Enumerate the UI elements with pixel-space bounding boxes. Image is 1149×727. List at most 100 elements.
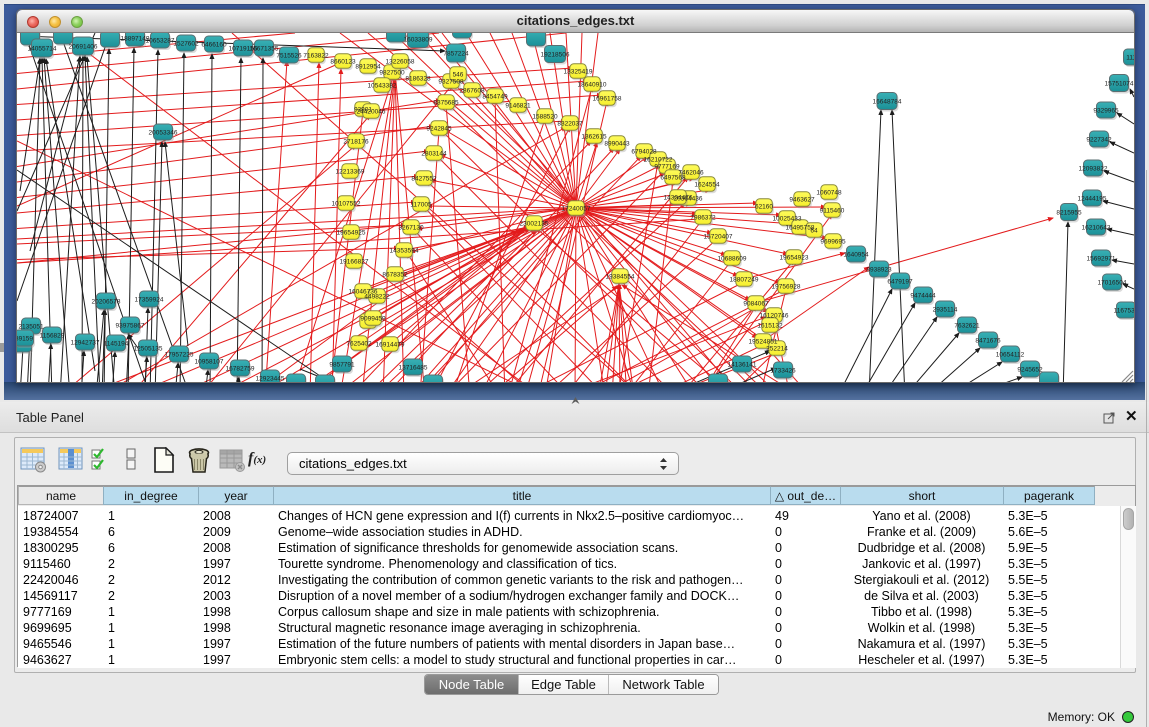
svg-text:19756928: 19756928 bbox=[772, 284, 801, 291]
svg-text:12444195: 12444195 bbox=[1078, 196, 1107, 203]
svg-text:9777169: 9777169 bbox=[654, 164, 680, 171]
svg-text:9699695: 9699695 bbox=[820, 239, 846, 246]
svg-text:6479197: 6479197 bbox=[887, 279, 913, 286]
svg-text:14055714: 14055714 bbox=[28, 46, 57, 53]
svg-text:12923445: 12923445 bbox=[256, 376, 285, 383]
svg-text:8660123: 8660123 bbox=[330, 59, 356, 66]
svg-text:20053346: 20053346 bbox=[149, 130, 178, 137]
svg-text:9146821: 9146821 bbox=[505, 103, 531, 110]
svg-text:12942737: 12942737 bbox=[71, 340, 100, 347]
svg-text:17359924: 17359924 bbox=[135, 297, 164, 304]
svg-text:62160: 62160 bbox=[755, 204, 773, 211]
svg-text:1640954: 1640954 bbox=[843, 252, 869, 259]
svg-text:93975867: 93975867 bbox=[116, 323, 145, 330]
svg-text:6466160: 6466160 bbox=[201, 42, 227, 49]
svg-text:16961758: 16961758 bbox=[593, 96, 622, 103]
svg-text:16210643: 16210643 bbox=[1082, 225, 1111, 232]
svg-text:14304476: 14304476 bbox=[664, 195, 693, 202]
svg-text:2803144: 2803144 bbox=[421, 151, 447, 158]
svg-text:17240057: 17240057 bbox=[562, 206, 591, 213]
svg-text:13226058: 13226058 bbox=[386, 59, 415, 66]
svg-text:10653287: 10653287 bbox=[146, 38, 175, 45]
svg-text:8322037: 8322037 bbox=[557, 121, 583, 128]
svg-text:10107552: 10107552 bbox=[332, 201, 361, 208]
svg-text:7632621: 7632621 bbox=[954, 323, 980, 330]
svg-text:8938923: 8938923 bbox=[866, 267, 892, 274]
svg-text:12213369: 12213369 bbox=[336, 169, 365, 176]
svg-text:7857224: 7857224 bbox=[443, 51, 469, 58]
svg-text:19524851: 19524851 bbox=[749, 339, 778, 346]
svg-text:23002135: 23002135 bbox=[520, 221, 549, 228]
svg-text:8678352: 8678352 bbox=[382, 272, 408, 279]
svg-text:1527602: 1527602 bbox=[173, 41, 199, 48]
svg-text:9227342: 9227342 bbox=[1086, 137, 1112, 144]
svg-text:16782759: 16782759 bbox=[226, 366, 255, 373]
svg-text:16648784: 16648784 bbox=[873, 99, 902, 106]
svg-text:13716485: 13716485 bbox=[399, 365, 428, 372]
svg-text:16671355: 16671355 bbox=[250, 46, 279, 53]
svg-text:1624554: 1624554 bbox=[694, 182, 720, 189]
svg-text:7163822: 7163822 bbox=[303, 53, 329, 60]
svg-text:8990443: 8990443 bbox=[604, 141, 630, 148]
svg-text:39159: 39159 bbox=[17, 336, 33, 343]
svg-text:546: 546 bbox=[453, 72, 464, 79]
svg-text:17957225: 17957225 bbox=[165, 352, 194, 359]
svg-text:15692971: 15692971 bbox=[1087, 256, 1116, 263]
svg-text:9857791: 9857791 bbox=[329, 362, 355, 369]
svg-text:19654923: 19654923 bbox=[780, 255, 809, 262]
svg-text:16120746: 16120746 bbox=[760, 313, 789, 320]
svg-text:252214: 252214 bbox=[766, 346, 788, 353]
svg-text:1156829: 1156829 bbox=[40, 333, 65, 340]
svg-text:15751074: 15751074 bbox=[1105, 81, 1134, 88]
svg-text:9242845: 9242845 bbox=[426, 126, 452, 133]
svg-text:10688609: 10688609 bbox=[718, 256, 747, 263]
svg-text:9327508: 9327508 bbox=[438, 79, 464, 86]
svg-text:1117: 1117 bbox=[1126, 55, 1134, 62]
svg-text:4498222: 4498222 bbox=[364, 294, 390, 301]
svg-text:1167533: 1167533 bbox=[1114, 308, 1134, 315]
svg-text:18640910: 18640910 bbox=[578, 82, 607, 89]
svg-text:9329965: 9329965 bbox=[1093, 108, 1119, 115]
svg-text:1145194: 1145194 bbox=[104, 341, 129, 348]
svg-text:1615132: 1615132 bbox=[757, 323, 783, 330]
svg-text:18807249: 18807249 bbox=[730, 277, 759, 284]
svg-text:9245652: 9245652 bbox=[1017, 367, 1043, 374]
svg-text:8215955: 8215955 bbox=[1056, 210, 1082, 217]
svg-text:2935114: 2935114 bbox=[933, 307, 958, 314]
svg-text:9463627: 9463627 bbox=[789, 197, 815, 204]
svg-text:12505135: 12505135 bbox=[134, 346, 163, 353]
svg-text:8454749: 8454749 bbox=[482, 94, 508, 101]
svg-text:7986372: 7986372 bbox=[690, 215, 716, 222]
svg-text:15720407: 15720407 bbox=[704, 234, 733, 241]
svg-text:10543382: 10543382 bbox=[368, 83, 397, 90]
svg-text:7462046: 7462046 bbox=[678, 170, 704, 177]
svg-text:8471676: 8471676 bbox=[975, 338, 1001, 345]
svg-text:13325419: 13325419 bbox=[564, 69, 593, 76]
svg-text:14136141: 14136141 bbox=[728, 362, 757, 369]
svg-text:16033809: 16033809 bbox=[404, 37, 433, 44]
svg-text:8375685: 8375685 bbox=[433, 100, 459, 107]
svg-text:10654112: 10654112 bbox=[996, 352, 1025, 359]
svg-text:24420046: 24420046 bbox=[357, 109, 386, 116]
svg-text:64: 64 bbox=[810, 228, 818, 235]
svg-text:9084067: 9084067 bbox=[743, 301, 769, 308]
svg-text:9827500: 9827500 bbox=[379, 70, 405, 77]
svg-text:16210722: 16210722 bbox=[644, 157, 673, 164]
svg-text:7515526: 7515526 bbox=[276, 53, 302, 60]
svg-text:19218506: 19218506 bbox=[541, 52, 570, 59]
svg-text:12093822: 12093822 bbox=[1079, 166, 1108, 173]
svg-text:8427552: 8427552 bbox=[411, 176, 437, 183]
svg-text:19384554: 19384554 bbox=[606, 274, 635, 281]
svg-text:14353594: 14353594 bbox=[390, 248, 419, 255]
svg-text:2867608: 2867608 bbox=[459, 88, 485, 95]
svg-text:19654925: 19654925 bbox=[337, 230, 366, 237]
svg-text:2718176: 2718176 bbox=[343, 139, 369, 146]
svg-text:1588520: 1588520 bbox=[532, 114, 558, 121]
svg-text:17016504: 17016504 bbox=[1098, 280, 1127, 287]
svg-text:8186328: 8186328 bbox=[405, 76, 431, 83]
svg-text:6794028: 6794028 bbox=[631, 149, 657, 156]
svg-text:8912954: 8912954 bbox=[355, 64, 381, 71]
svg-text:9099459: 9099459 bbox=[360, 316, 386, 323]
svg-text:1060748: 1060748 bbox=[816, 190, 842, 197]
svg-text:2135051: 2135051 bbox=[18, 324, 44, 331]
